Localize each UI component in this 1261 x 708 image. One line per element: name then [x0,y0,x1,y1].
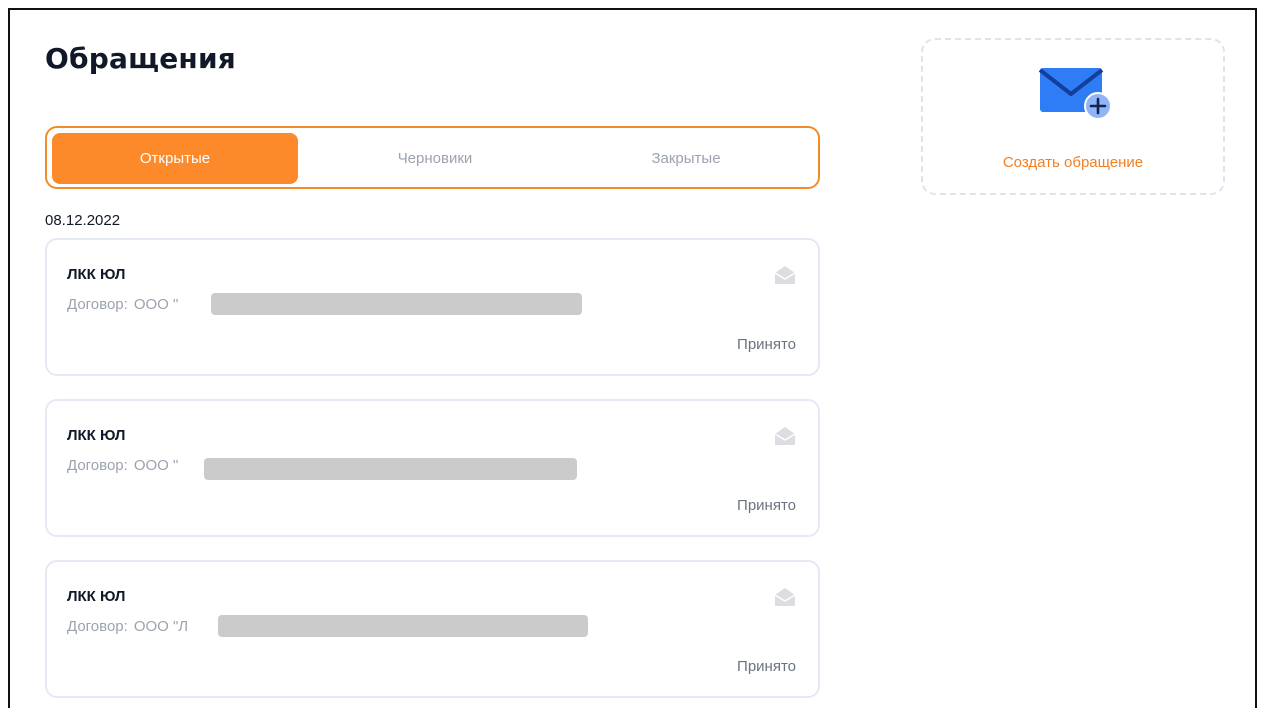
ticket-card[interactable]: ЛКК ЮЛ Договор: ООО "Л Принято [45,560,820,698]
ticket-card[interactable]: ЛКК ЮЛ Договор: ООО " Принято [45,238,820,376]
status-badge: Принято [737,336,796,353]
contract-label: Договор: [67,618,128,635]
envelope-plus-icon [1038,68,1112,120]
ticket-contract: Договор: ООО "Л [67,618,188,635]
status-badge: Принято [737,497,796,514]
date-group-label: 08.12.2022 [45,212,121,229]
contract-value: ООО " [133,296,179,313]
ticket-title: ЛКК ЮЛ [67,588,126,605]
envelope-open-icon [774,266,796,284]
ticket-title: ЛКК ЮЛ [67,266,126,283]
contract-label: Договор: [67,457,128,474]
tab-drafts[interactable]: Черновики [312,133,558,184]
envelope-open-icon [774,588,796,606]
page-title: Обращения [45,42,236,75]
redacted-block [218,615,588,637]
tab-closed[interactable]: Закрытые [563,133,809,184]
create-ticket-button[interactable]: Создать обращение [921,38,1225,195]
tab-open[interactable]: Открытые [52,133,298,184]
create-ticket-label: Создать обращение [1002,154,1144,171]
redacted-block [211,293,582,315]
envelope-open-icon [774,427,796,445]
redacted-block [204,458,577,480]
ticket-contract: Договор: ООО " [67,296,178,313]
contract-label: Договор: [67,296,128,313]
ticket-contract: Договор: ООО " [67,457,178,474]
ticket-card[interactable]: ЛКК ЮЛ Договор: ООО " Принято [45,399,820,537]
status-tabs: Открытые Черновики Закрытые [45,126,820,189]
contract-value: ООО "Л [133,618,189,635]
status-badge: Принято [737,658,796,675]
contract-value: ООО " [133,457,179,474]
ticket-title: ЛКК ЮЛ [67,427,126,444]
